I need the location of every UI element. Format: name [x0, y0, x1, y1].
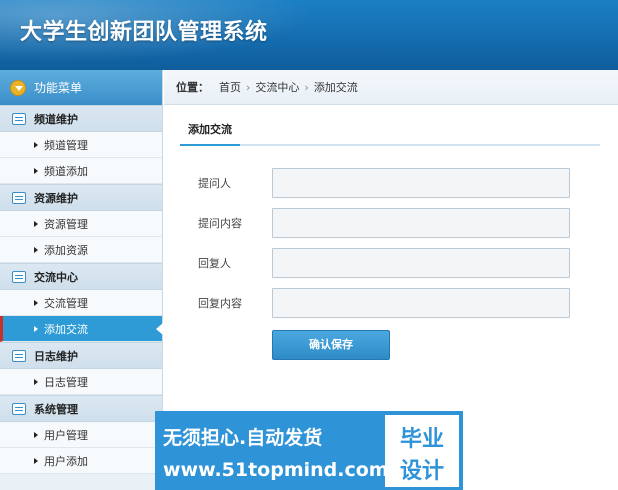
reply-label: 回复内容 — [198, 297, 242, 310]
form-row-reply: 回复内容 — [198, 288, 578, 318]
asker-input[interactable] — [272, 168, 570, 198]
sidebar-item-label: 日志管理 — [44, 375, 88, 389]
tab-bar: 添加交流 — [180, 118, 600, 146]
comment-icon — [12, 191, 26, 204]
breadcrumb-exchange[interactable]: 交流中心 — [255, 79, 299, 95]
caret-right-icon — [34, 378, 38, 385]
app-header: 大学生创新团队管理系统 — [0, 0, 618, 70]
form-row-replier: 回复人 — [198, 248, 578, 278]
sidebar-item-label: 交流管理 — [44, 296, 88, 310]
confirm-save-button[interactable]: 确认保存 — [272, 330, 390, 360]
watermark-banner: 无须担心.自动发货 www.51topmind.com 毕业 设计 — [155, 411, 463, 490]
asker-label: 提问人 — [198, 177, 231, 190]
breadcrumb-separator: › — [246, 80, 251, 94]
sidebar-item-label: 用户添加 — [44, 454, 88, 468]
caret-right-icon — [34, 220, 38, 227]
sidebar-group-label: 交流中心 — [34, 270, 78, 284]
watermark-line2: www.51topmind.com — [163, 459, 389, 481]
sidebar-item-channel-manage[interactable]: 频道管理 — [0, 132, 162, 158]
sidebar-item-exchange-manage[interactable]: 交流管理 — [0, 290, 162, 316]
menu-title: 功能菜单 — [34, 81, 83, 95]
caret-right-icon — [34, 431, 38, 438]
caret-right-icon — [34, 325, 38, 332]
sidebar-item-label: 用户管理 — [44, 428, 88, 442]
caret-right-icon — [34, 299, 38, 306]
app-title: 大学生创新团队管理系统 — [20, 20, 268, 45]
calendar-icon — [12, 402, 26, 415]
sidebar-group-label: 频道维护 — [34, 112, 78, 126]
caret-right-icon — [34, 167, 38, 174]
replier-label: 回复人 — [198, 257, 231, 270]
reply-input[interactable] — [272, 288, 570, 318]
question-label: 提问内容 — [198, 217, 242, 230]
sidebar-group-label: 日志维护 — [34, 349, 78, 363]
sidebar-group-channel[interactable]: 频道维护 — [0, 105, 162, 132]
sidebar-item-label: 添加资源 — [44, 243, 88, 257]
breadcrumb-current: 添加交流 — [313, 81, 358, 94]
watermark-badge-bottom: 设计 — [399, 459, 444, 484]
watermark-badge: 毕业 设计 — [385, 415, 459, 487]
comment-icon — [12, 349, 26, 362]
sidebar-item-label: 资源管理 — [44, 217, 88, 231]
breadcrumb-separator: › — [304, 80, 309, 94]
sidebar-item-log-manage[interactable]: 日志管理 — [0, 369, 162, 395]
replier-input[interactable] — [272, 248, 570, 278]
sidebar-group-label: 资源维护 — [34, 191, 78, 205]
question-input[interactable] — [272, 208, 570, 238]
sidebar-item-user-manage[interactable]: 用户管理 — [0, 422, 162, 448]
form-row-asker: 提问人 — [198, 168, 578, 198]
caret-right-icon — [34, 457, 38, 464]
breadcrumb-home[interactable]: 首页 — [219, 79, 241, 95]
breadcrumb: 位置： 首页 › 交流中心 › 添加交流 — [164, 70, 618, 105]
list-icon — [12, 112, 26, 125]
sidebar-item-channel-add[interactable]: 频道添加 — [0, 158, 162, 184]
sidebar-item-label: 频道管理 — [44, 138, 88, 152]
sidebar-group-log[interactable]: 日志维护 — [0, 342, 162, 369]
sidebar-group-system[interactable]: 系统管理 — [0, 395, 162, 422]
sidebar-item-user-add[interactable]: 用户添加 — [0, 448, 162, 474]
watermark-line1: 无须担心.自动发货 — [163, 427, 323, 449]
caret-right-icon — [34, 246, 38, 253]
sidebar-group-resource[interactable]: 资源维护 — [0, 184, 162, 211]
form-row-question: 提问内容 — [198, 208, 578, 238]
watermark-badge-top: 毕业 — [399, 427, 444, 452]
menu-toggle-icon — [10, 79, 26, 96]
tab-add-exchange[interactable]: 添加交流 — [180, 118, 240, 146]
sidebar-item-label: 添加交流 — [44, 322, 88, 336]
sidebar-item-resource-manage[interactable]: 资源管理 — [0, 211, 162, 237]
menu-header: 功能菜单 — [0, 70, 162, 105]
sidebar-item-exchange-add[interactable]: 添加交流 — [0, 316, 163, 342]
sidebar-group-exchange[interactable]: 交流中心 — [0, 263, 162, 290]
comment-icon — [12, 270, 26, 283]
sidebar-item-label: 频道添加 — [44, 164, 88, 178]
breadcrumb-label: 位置： — [176, 81, 209, 94]
sidebar: 功能菜单 频道维护 频道管理 频道添加 资源维护 资源管理 添加资源 交流中心 … — [0, 70, 163, 490]
caret-right-icon — [34, 141, 38, 148]
sidebar-item-resource-add[interactable]: 添加资源 — [0, 237, 162, 263]
sidebar-group-label: 系统管理 — [34, 402, 78, 416]
